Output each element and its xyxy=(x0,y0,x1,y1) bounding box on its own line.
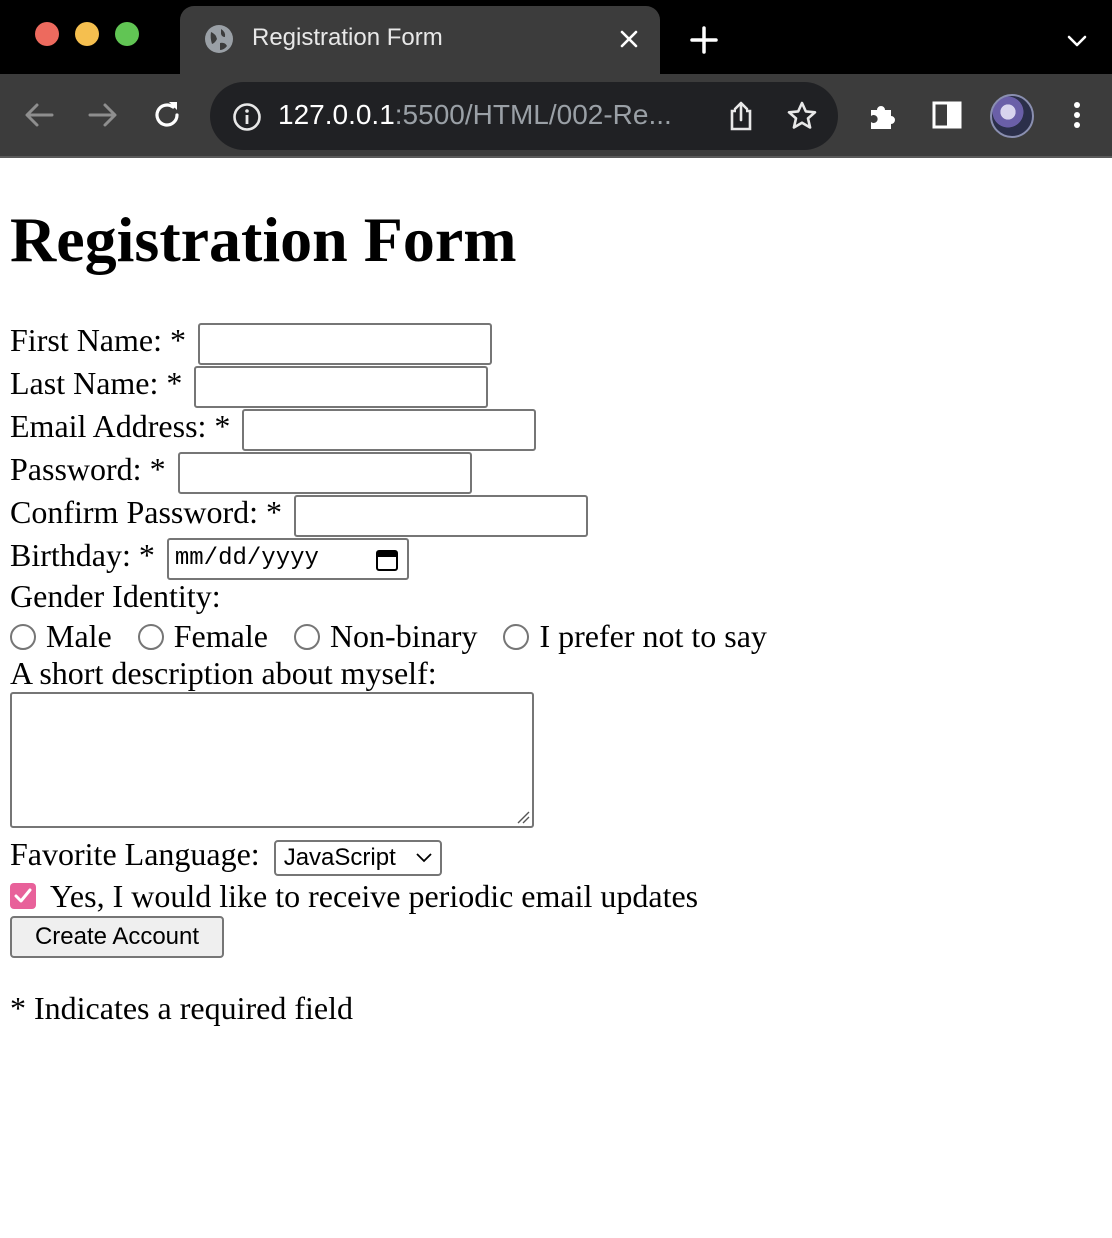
browser-tab-bar: Registration Form xyxy=(0,0,1112,74)
page-title: Registration Form xyxy=(10,204,517,275)
share-icon[interactable] xyxy=(726,100,756,132)
birthday-placeholder: mm/dd/yyyy xyxy=(174,544,319,572)
reload-icon[interactable] xyxy=(150,98,184,132)
confirm-password-input[interactable] xyxy=(294,494,588,537)
browser-tab[interactable]: Registration Form xyxy=(180,6,660,74)
description-textarea[interactable] xyxy=(10,692,534,828)
gender-option-label: Female xyxy=(173,618,268,654)
language-select[interactable]: JavaScript xyxy=(273,839,442,876)
language-row: Favorite Language: JavaScript xyxy=(10,834,442,876)
password-label: Password: * xyxy=(10,451,166,487)
language-label: Favorite Language: xyxy=(10,836,260,872)
checkmark-icon xyxy=(14,888,32,903)
url-host: 127.0.0.1 xyxy=(278,99,395,130)
email-input[interactable] xyxy=(242,408,537,451)
gender-options: Male Female Non-binary I prefer not to s… xyxy=(10,616,775,656)
window-close-button[interactable] xyxy=(35,22,59,46)
address-bar[interactable]: 127.0.0.1:5500/HTML/002-Re... xyxy=(210,82,838,150)
birthday-row: Birthday: * mm/dd/yyyy xyxy=(10,535,409,580)
email-label: Email Address: * xyxy=(10,408,231,444)
back-arrow-icon[interactable] xyxy=(22,98,56,132)
email-row: Email Address: * xyxy=(10,406,537,451)
confirm-password-row: Confirm Password: * xyxy=(10,492,588,537)
first-name-label: First Name: * xyxy=(10,322,186,358)
gender-radio-prefer-not-to-say[interactable] xyxy=(503,623,530,650)
confirm-password-label: Confirm Password: * xyxy=(10,494,282,530)
gender-option-label: I prefer not to say xyxy=(539,618,767,654)
newsletter-checkbox[interactable] xyxy=(10,882,36,909)
gender-radio-male[interactable] xyxy=(10,623,36,650)
required-footnote: * Indicates a required field xyxy=(10,990,353,1026)
last-name-row: Last Name: * xyxy=(10,363,489,408)
birthday-label: Birthday: * xyxy=(10,537,155,573)
forward-arrow-icon[interactable] xyxy=(86,98,120,132)
newsletter-label: Yes, I would like to receive periodic em… xyxy=(50,878,699,914)
gender-radio-non-binary[interactable] xyxy=(293,623,320,650)
newsletter-row: Yes, I would like to receive periodic em… xyxy=(10,876,698,916)
star-icon[interactable] xyxy=(786,100,818,132)
profile-avatar[interactable] xyxy=(990,94,1034,138)
gender-radio-female[interactable] xyxy=(137,623,164,650)
first-name-input[interactable] xyxy=(197,322,492,365)
browser-toolbar: 127.0.0.1:5500/HTML/002-Re... xyxy=(0,74,1112,158)
url-text: 127.0.0.1:5500/HTML/002-Re... xyxy=(278,99,672,131)
extensions-puzzle-icon[interactable] xyxy=(866,98,900,132)
window-zoom-button[interactable] xyxy=(115,22,139,46)
create-account-button[interactable]: Create Account xyxy=(10,916,224,958)
gender-option-label: Male xyxy=(46,618,112,654)
globe-icon xyxy=(205,25,233,53)
description-label: A short description about myself: xyxy=(10,655,437,691)
first-name-row: First Name: * xyxy=(10,320,492,365)
info-icon[interactable] xyxy=(232,102,262,132)
close-icon[interactable] xyxy=(618,28,640,50)
password-row: Password: * xyxy=(10,449,472,494)
calendar-icon[interactable] xyxy=(375,548,399,572)
url-path: :5500/HTML/002-Re... xyxy=(394,99,672,130)
birthday-date-input[interactable]: mm/dd/yyyy xyxy=(166,537,409,580)
more-options-icon[interactable] xyxy=(1060,98,1094,132)
last-name-label: Last Name: * xyxy=(10,365,183,401)
tab-title: Registration Form xyxy=(252,24,443,51)
chevron-down-icon[interactable] xyxy=(1066,30,1088,52)
new-tab-icon[interactable] xyxy=(690,26,718,54)
side-panel-icon[interactable] xyxy=(930,98,964,132)
language-selected-value: JavaScript xyxy=(283,843,396,871)
password-input[interactable] xyxy=(177,451,472,494)
chevron-down-icon xyxy=(416,853,432,862)
resize-grip-icon[interactable] xyxy=(516,810,530,824)
window-minimize-button[interactable] xyxy=(75,22,99,46)
gender-option-label: Non-binary xyxy=(329,618,478,654)
last-name-input[interactable] xyxy=(194,365,489,408)
gender-label: Gender Identity: xyxy=(10,578,221,614)
